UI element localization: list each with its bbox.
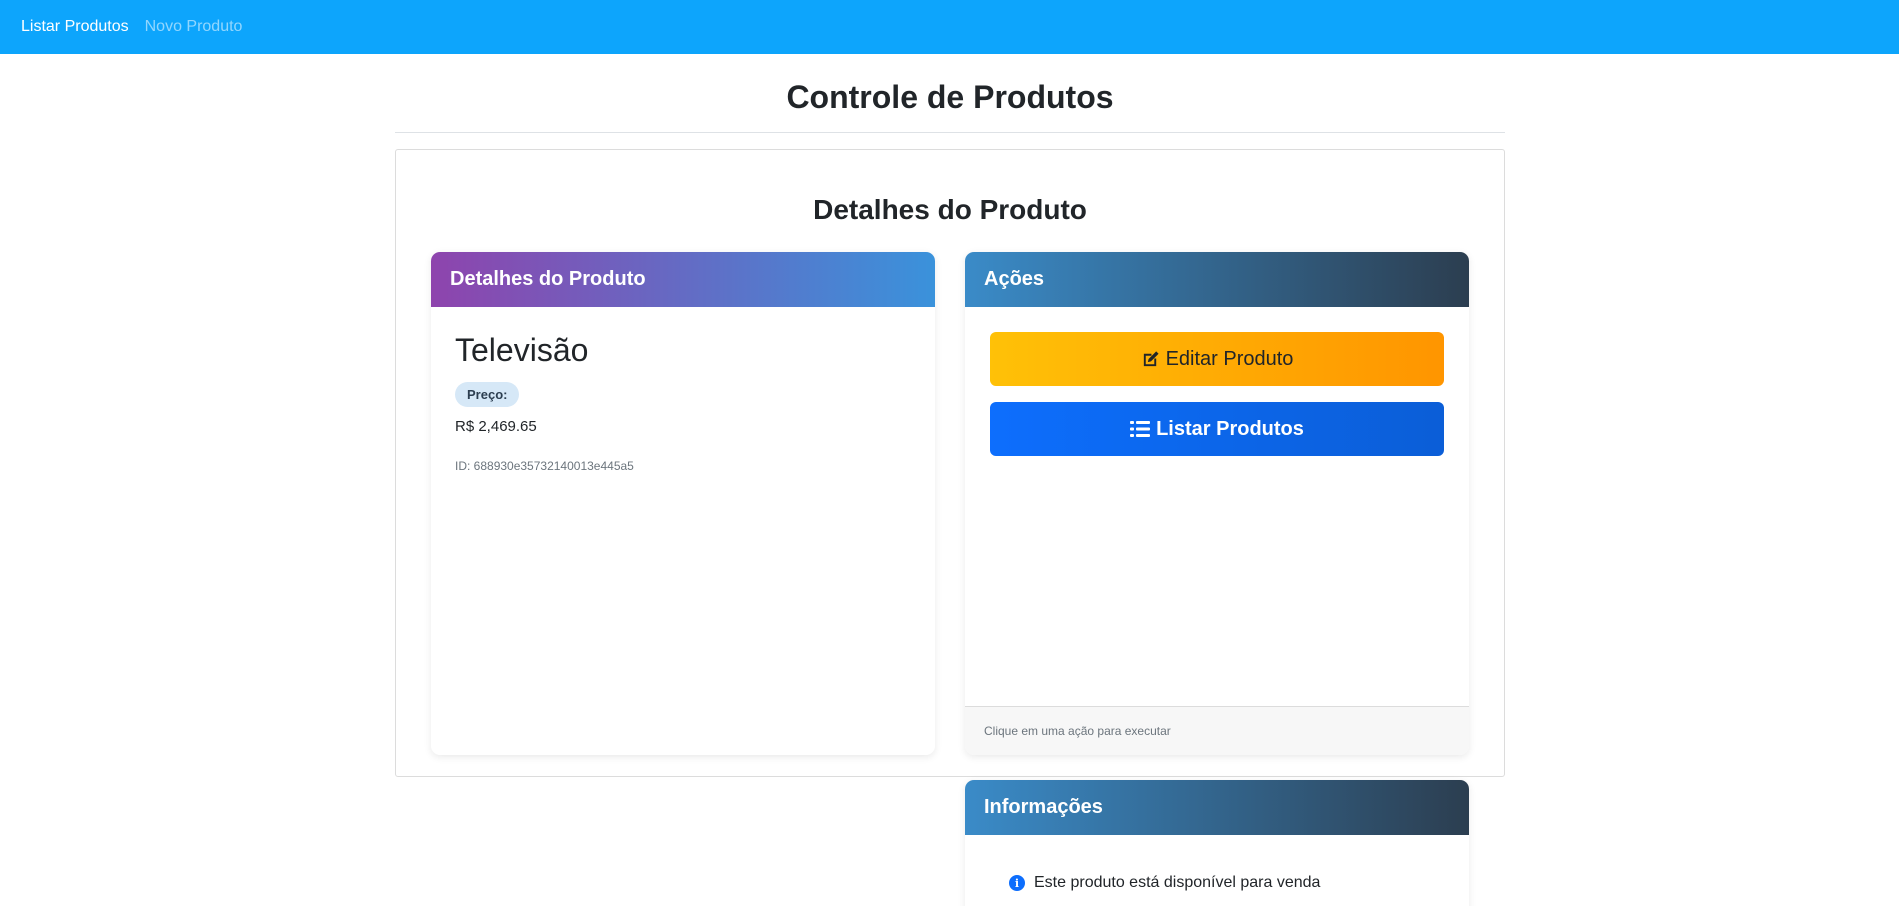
section-title: Detalhes do Produto (813, 194, 1087, 225)
product-id: ID: 688930e35732140013e445a5 (455, 459, 634, 473)
nav-link-novo-produto[interactable]: Novo Produto (145, 18, 243, 36)
list-products-label: Listar Produtos (1156, 417, 1304, 440)
product-details-header: Detalhes do Produto (431, 252, 935, 307)
availability-message: i Este produto está disponível para vend… (1009, 874, 1320, 892)
actions-footer: Clique em uma ação para executar (965, 706, 1469, 755)
info-card: Informações i Este produto está disponív… (965, 780, 1469, 906)
edit-icon (1143, 350, 1159, 366)
price-label-badge: Preço: (455, 382, 520, 407)
list-products-button[interactable]: Listar Produtos (990, 402, 1444, 456)
product-details-card: Detalhes do Produto Televisão Preço: R$ … (431, 252, 935, 755)
title-divider (395, 132, 1505, 133)
nav-link-listar-produtos[interactable]: Listar Produtos (21, 18, 129, 36)
info-header: Informações (965, 780, 1469, 835)
actions-card: Ações Editar Produto Listar Produtos Cli… (965, 252, 1469, 755)
edit-product-label: Editar Produto (1165, 347, 1294, 370)
actions-header: Ações (965, 252, 1469, 307)
info-circle-icon: i (1009, 875, 1025, 891)
page-title: Controle de Produtos (786, 79, 1114, 115)
top-navbar: Listar Produtos Novo Produto (0, 0, 1899, 54)
price-value: R$ 2,469.65 (455, 418, 537, 435)
product-name: Televisão (455, 332, 589, 368)
list-icon (1130, 421, 1151, 437)
edit-product-button[interactable]: Editar Produto (990, 332, 1444, 386)
availability-text: Este produto está disponível para venda (1034, 874, 1321, 891)
